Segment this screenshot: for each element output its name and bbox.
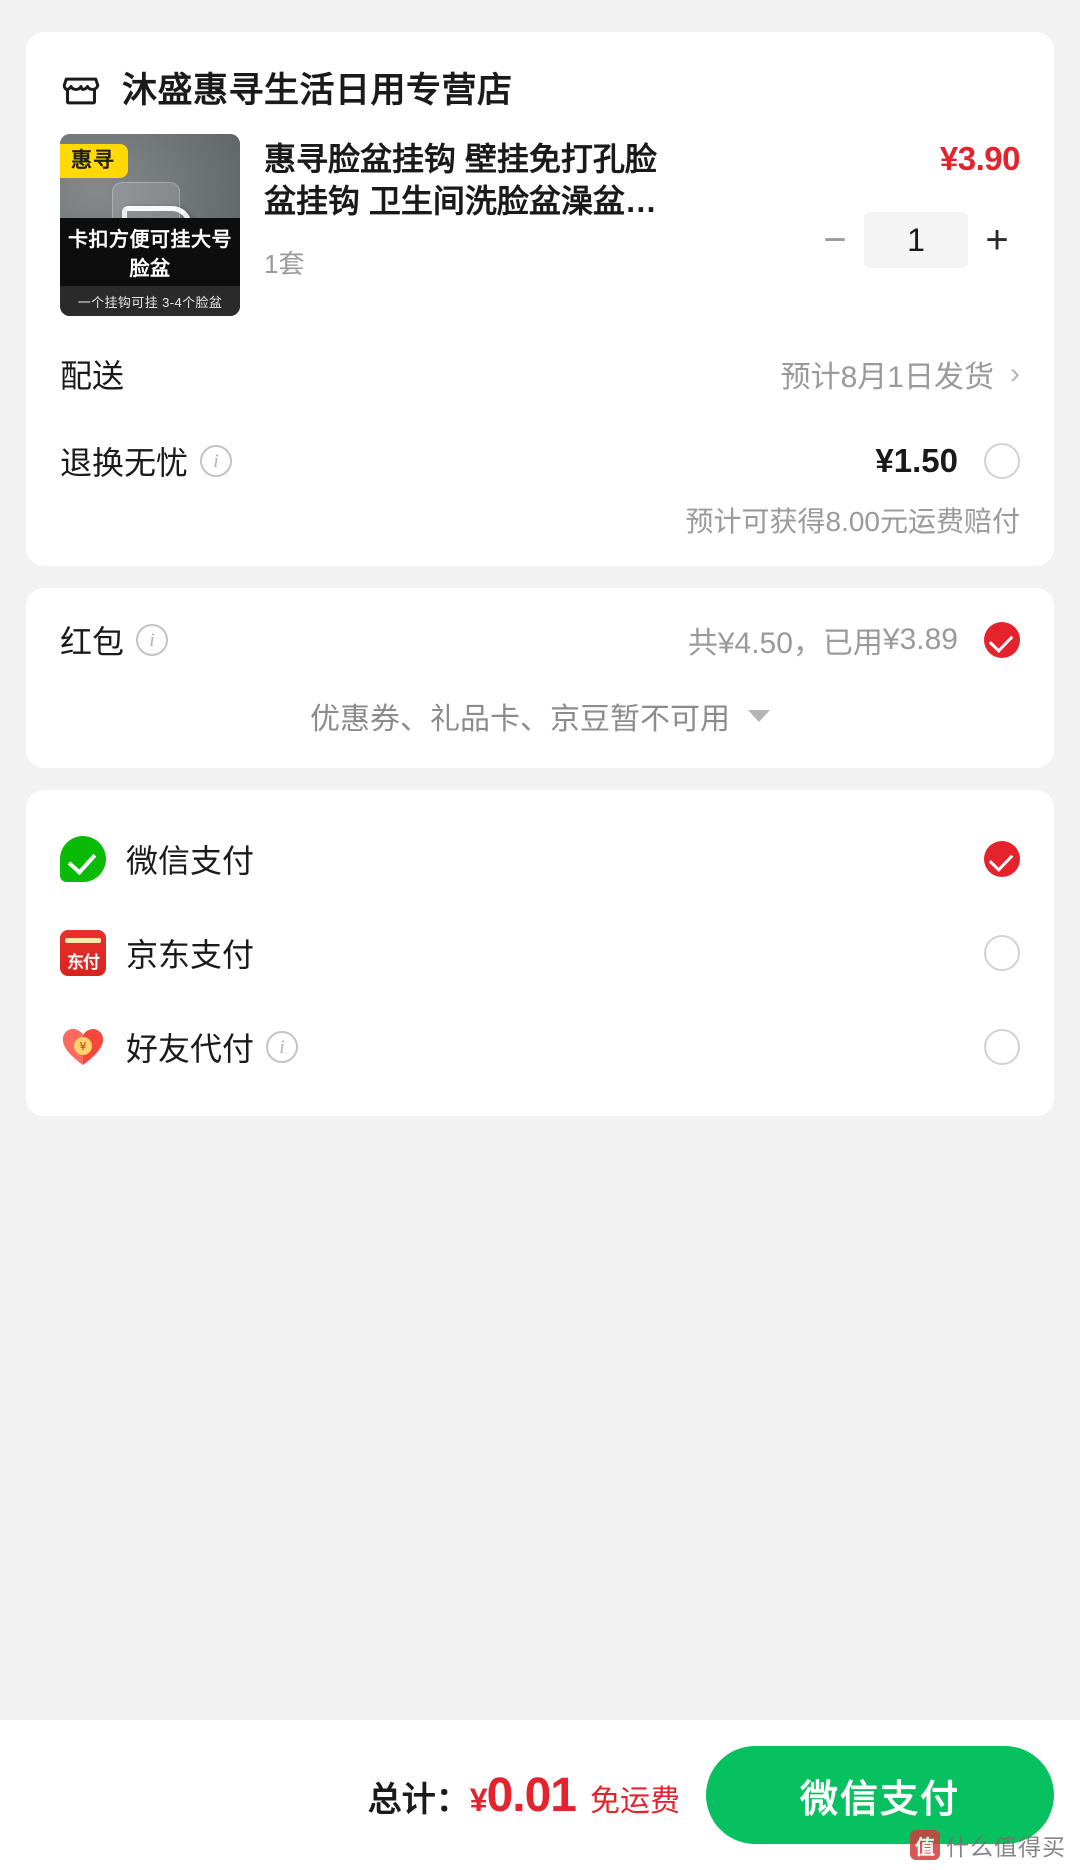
redpacket-row[interactable]: 红包 i 共¥4.50，已用 ¥3.89 [26,588,1054,692]
shop-icon [62,77,100,105]
coupon-unavailable-row[interactable]: 优惠券、礼品卡、京豆暂不可用 [26,692,1054,768]
checkout-page: 沐盛惠寻生活日用专营店 惠寻 卡扣方便可挂大号脸盆 一个挂钩可挂 3-4个脸盆 … [0,0,1080,1870]
jd-pay-icon: 东付 [60,930,106,976]
return-service-radio[interactable] [984,443,1020,479]
payment-radio-jd[interactable] [984,935,1020,971]
checkout-scroll-area[interactable]: 沐盛惠寻生活日用专营店 惠寻 卡扣方便可挂大号脸盆 一个挂钩可挂 3-4个脸盆 … [0,14,1080,1720]
product-price-quantity: ¥3.90 − 1 + [790,134,1021,316]
payment-method-friend-pay[interactable]: ¥ 好友代付 i [26,1000,1054,1094]
payment-method-wechat[interactable]: 微信支付 [26,812,1054,906]
store-header[interactable]: 沐盛惠寻生活日用专营店 [26,32,1054,126]
product-spec: 1套 [264,249,305,280]
delivery-value-group: 预计8月1日发货 › [781,352,1020,396]
product-row[interactable]: 惠寻 卡扣方便可挂大号脸盆 一个挂钩可挂 3-4个脸盆 惠寻脸盆挂钩 壁挂免打孔… [26,126,1054,326]
store-name: 沐盛惠寻生活日用专营店 [122,70,513,110]
info-icon[interactable]: i [200,445,233,477]
quantity-stepper[interactable]: − 1 + [812,212,1020,268]
friend-pay-heart-icon: ¥ [60,1024,106,1070]
watermark: 值 什么值得买 [910,1828,1066,1862]
payment-method-jd[interactable]: 东付 京东支付 [26,906,1054,1000]
info-icon[interactable]: i [136,624,169,656]
product-title: 惠寻脸盆挂钩 壁挂免打孔脸盆挂钩 卫生间洗脸盆澡盆… [264,141,657,220]
return-service-label-text: 退换无忧 [60,445,189,481]
return-service-row[interactable]: 退换无忧 i ¥1.50 [26,422,1054,500]
payment-radio-friend-pay[interactable] [984,1029,1020,1065]
free-shipping-label: 免运费 [590,1784,680,1818]
thumbnail-caption: 卡扣方便可挂大号脸盆 [60,218,240,286]
brand-badge: 惠寻 [60,144,128,179]
watermark-badge: 值 [910,1830,940,1860]
total-amount: ¥0.01 [469,1768,577,1823]
store-product-card: 沐盛惠寻生活日用专营店 惠寻 卡扣方便可挂大号脸盆 一个挂钩可挂 3-4个脸盆 … [26,32,1054,566]
delivery-value: 预计8月1日发货 [780,361,994,394]
heart-shape: ¥ [63,1029,103,1065]
payment-method-label: 好友代付 [126,1031,255,1067]
svg-text:¥: ¥ [80,1040,87,1053]
payment-method-label: 微信支付 [126,843,255,879]
wechat-pay-icon [60,836,106,882]
watermark-text: 什么值得买 [946,1834,1066,1860]
total-amount-value: 0.01 [486,1768,577,1822]
payment-radio-wechat[interactable] [984,841,1020,877]
return-service-label: 退换无忧 i [60,438,233,484]
delivery-row[interactable]: 配送 预计8月1日发货 › [26,326,1054,422]
thumbnail-subcaption: 一个挂钩可挂 3-4个脸盆 [60,286,240,316]
bottom-action-bar: 总计： ¥0.01 免运费 微信支付 值 什么值得买 [0,1720,1080,1870]
info-icon[interactable]: i [266,1031,299,1063]
redpacket-card: 红包 i 共¥4.50，已用 ¥3.89 优惠券、礼品卡、京豆暂不可用 [26,588,1054,768]
delivery-label: 配送 [60,358,125,394]
total-label: 总计： [367,1780,470,1819]
coupon-unavailable-text: 优惠券、礼品卡、京豆暂不可用 [310,703,730,736]
return-service-right: ¥1.50 [875,442,1020,480]
return-service-price: ¥1.50 [875,442,958,479]
jd-select-group [958,935,1020,971]
payment-method-label-group: 好友代付 i [126,1024,299,1070]
quantity-value[interactable]: 1 [864,212,968,268]
product-info: 惠寻脸盆挂钩 壁挂免打孔脸盆挂钩 卫生间洗脸盆澡盆… 1套 [240,134,790,316]
chevron-down-icon[interactable] [748,710,770,722]
redpacket-used-amount: ¥3.89 [882,623,958,656]
quantity-increase-button[interactable]: + [974,220,1020,260]
currency-symbol: ¥ [469,1781,488,1818]
redpacket-radio[interactable] [984,622,1020,658]
redpacket-label-text: 红包 [60,624,125,660]
chevron-right-icon[interactable]: › [1010,359,1020,389]
page-top-strip [0,0,1080,14]
wechat-select-group [958,841,1020,877]
payment-method-label: 京东支付 [126,937,255,973]
product-thumbnail[interactable]: 惠寻 卡扣方便可挂大号脸盆 一个挂钩可挂 3-4个脸盆 [60,134,240,316]
payment-methods-card: 微信支付 东付 京东支付 ¥ 好友代付 i [26,790,1054,1116]
return-service-note: 预计可获得8.00元运费赔付 [685,506,1021,537]
quantity-decrease-button[interactable]: − [812,220,858,260]
total-group: 总计： ¥0.01 免运费 [368,1768,706,1823]
friend-pay-select-group [958,1029,1020,1065]
redpacket-label: 红包 i [60,617,169,663]
redpacket-total: 共¥4.50，已用 [687,627,883,660]
product-price: ¥3.90 [939,140,1021,177]
redpacket-right: 共¥4.50，已用 ¥3.89 [688,618,1020,662]
